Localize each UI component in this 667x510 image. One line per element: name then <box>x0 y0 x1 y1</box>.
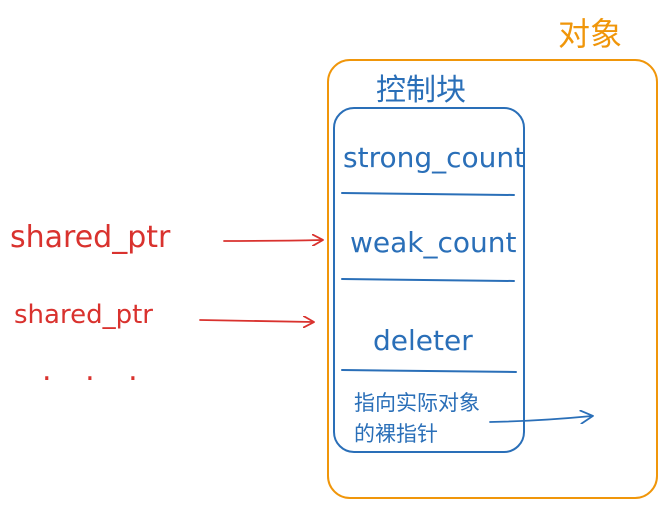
raw-pointer-arrow <box>489 416 592 422</box>
ellipsis: . . . <box>42 353 150 388</box>
divider-3 <box>341 369 517 373</box>
field-weak-count: weak_count <box>350 226 517 259</box>
raw-pointer-note-line2: 的裸指针 <box>354 422 438 446</box>
control-block-title: 控制块 <box>376 73 466 108</box>
divider-1 <box>341 192 515 196</box>
shared-ptr-label-1: shared_ptr <box>10 220 171 255</box>
shared-ptr-arrow-2 <box>199 320 313 322</box>
object-label: 对象 <box>558 15 622 53</box>
shared-ptr-label-2: shared_ptr <box>14 300 153 330</box>
field-strong-count: strong_count <box>343 141 525 174</box>
diagram-canvas: 对象 控制块 strong_count weak_count deleter 指… <box>10 15 658 499</box>
shared-ptr-arrow-1 <box>223 240 322 241</box>
field-deleter: deleter <box>373 324 473 357</box>
raw-pointer-note-line1: 指向实际对象 <box>354 391 480 415</box>
divider-2 <box>341 278 515 282</box>
